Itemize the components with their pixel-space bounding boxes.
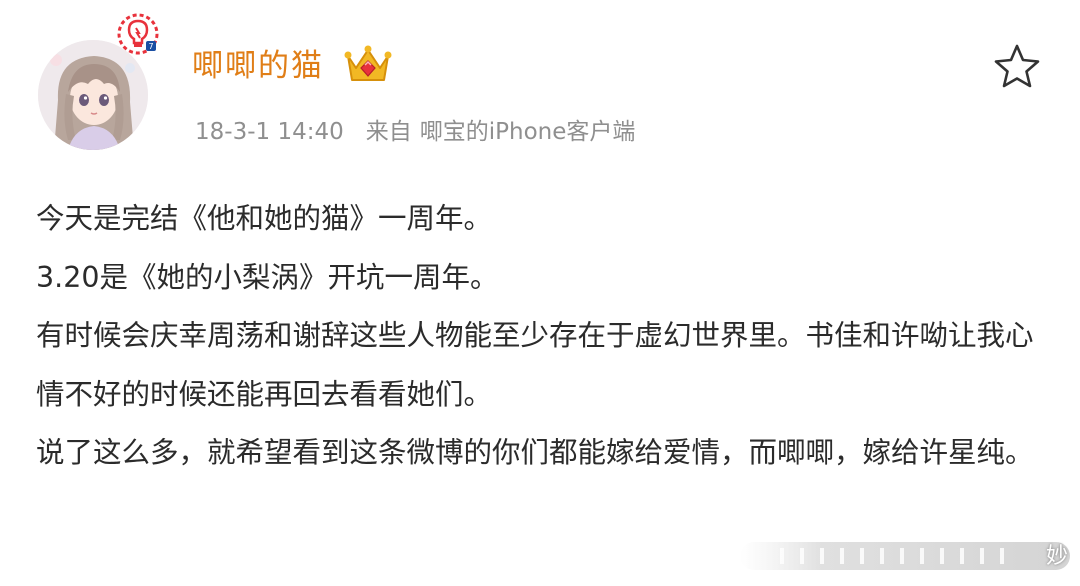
post-line-2: 3.20是《她的小梨涡》开坑一周年。: [36, 260, 499, 294]
post-content: 今天是完结《他和她的猫》一周年。 3.20是《她的小梨涡》开坑一周年。 有时候会…: [36, 190, 1051, 483]
post-time: 18-3-1 14:40: [195, 119, 344, 145]
post-meta: 18-3-1 14:40 来自 唧宝的iPhone客户端: [195, 112, 635, 152]
star-outline-icon: [994, 44, 1040, 88]
source-prefix: 来自: [365, 119, 412, 145]
avatar[interactable]: [38, 40, 148, 150]
favorite-button[interactable]: [990, 40, 1044, 94]
watermark-text: 妙: [1045, 544, 1068, 569]
username[interactable]: 唧唧的猫: [192, 40, 324, 92]
post-line-4: 说了这么多，就希望看到这条微博的你们都能嫁给爱情，而唧唧，嫁给许星纯。: [36, 436, 1034, 469]
gold-crown-icon[interactable]: [342, 42, 394, 88]
post-source[interactable]: 唧宝的iPhone客户端: [420, 119, 636, 145]
weibo-post: 7 唧唧的猫 18-3-1 14:40 来自 唧宝的iPhone客户端 今天是完结《…: [0, 0, 1080, 586]
post-line-1: 今天是完结《他和她的猫》一周年。: [36, 202, 493, 235]
anime-girl-avatar-icon: [38, 40, 148, 150]
svg-text:7: 7: [148, 42, 153, 51]
post-line-3: 有时候会庆幸周荡和谢辞这些人物能至少存在于虚幻世界里。书佳和许呦让我心情不好的时…: [36, 319, 1034, 411]
watermark-strip: [740, 536, 1070, 576]
lightbulb-verified-icon: 7: [116, 12, 160, 56]
